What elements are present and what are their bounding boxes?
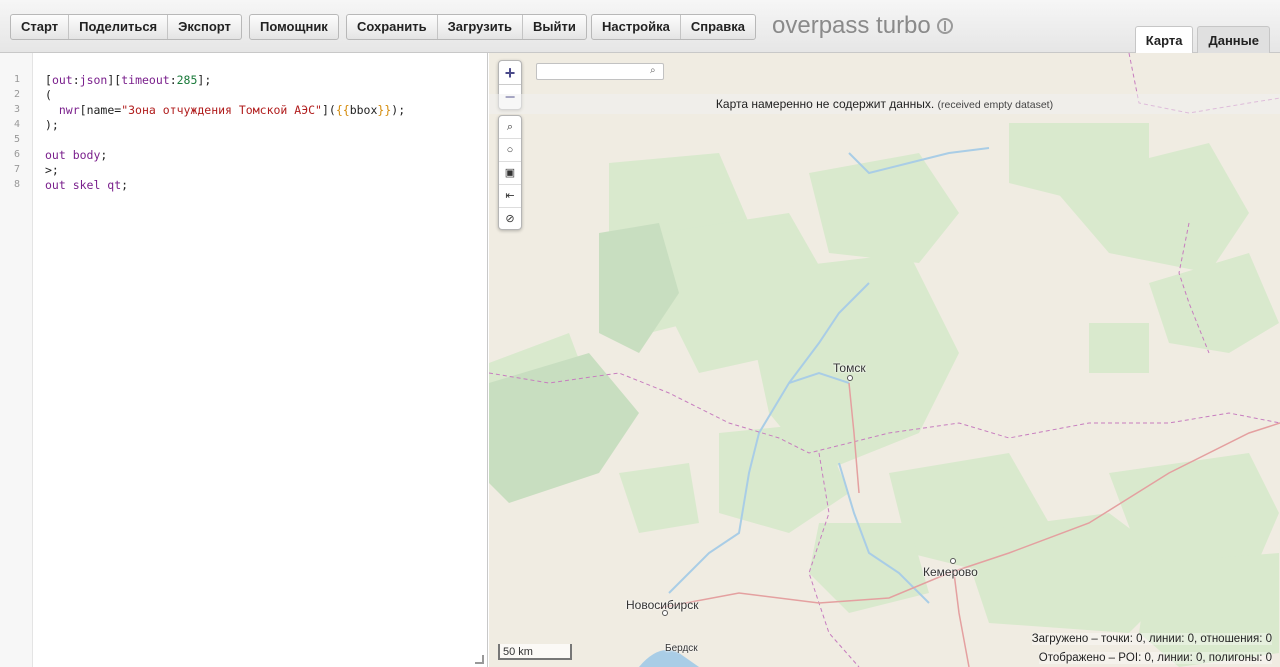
line-number: 1 <box>13 74 20 85</box>
city-label-novosibirsk: Новосибирск <box>626 598 699 612</box>
logo-icon <box>936 18 953 34</box>
code-line: >; <box>45 163 59 177</box>
stats-displayed: Отображено – POI: 0, линии: 0, полигоны:… <box>1038 652 1272 664</box>
query-editor[interactable]: 1 2 3 4 6 7 8 5 [out:json][timeout:285];… <box>0 53 488 667</box>
line-number: 7 <box>13 164 20 175</box>
code-line: nwr[name="Зона отчуждения Томской АЭС"](… <box>58 103 406 117</box>
share-button[interactable]: Поделиться <box>69 15 169 39</box>
file-button-group: Сохранить Загрузить Выйти <box>346 14 587 40</box>
code-line: ( <box>45 88 52 102</box>
city-marker <box>950 558 956 564</box>
city-label-berdsk: Бердск <box>665 643 698 654</box>
city-marker <box>847 375 853 381</box>
city-label-tomsk: Томск <box>833 361 866 375</box>
resize-handle[interactable] <box>475 655 484 664</box>
view-tabs: Карта Данные <box>1131 26 1270 53</box>
start-button[interactable]: Старт <box>11 15 70 39</box>
locate-icon[interactable]: ○ <box>499 139 521 162</box>
scale-bar: 50 km <box>498 644 572 660</box>
zoom-in-button[interactable]: + <box>499 61 521 85</box>
code-line: out body; <box>45 148 108 162</box>
app-logo: overpass turbo <box>772 12 953 40</box>
search-icon[interactable]: ⌕ <box>650 65 656 76</box>
app-logo-text: overpass turbo <box>772 12 931 39</box>
tab-map[interactable]: Карта <box>1134 26 1194 53</box>
tab-data[interactable]: Данные <box>1197 26 1270 53</box>
help-button[interactable]: Справка <box>681 15 755 39</box>
map-search-input[interactable] <box>536 63 664 80</box>
notice-main: Карта намеренно не содержит данных. <box>715 97 935 111</box>
wizard-button[interactable]: Помощник <box>250 15 338 39</box>
stats-loaded: Загружено – точки: 0, линии: 0, отношени… <box>1031 633 1272 645</box>
clear-icon[interactable]: ⊘ <box>499 208 521 231</box>
line-number: 6 <box>13 149 20 160</box>
code-line: out skel qt; <box>45 178 129 192</box>
code-line: ); <box>45 118 59 132</box>
line-number: 5 <box>13 134 20 145</box>
map-tiles <box>489 53 1280 667</box>
fullscreen-icon[interactable]: ▣ <box>499 162 521 185</box>
notice-detail: (received empty dataset) <box>937 99 1054 111</box>
wizard-button-group: Помощник <box>249 14 339 40</box>
toolbar: Старт Поделиться Экспорт Помощник Сохран… <box>0 0 1280 53</box>
line-number: 2 <box>13 89 20 100</box>
line-number-gutter: 1 2 3 4 6 7 8 5 <box>0 53 33 667</box>
map-view[interactable]: + − ⌕ ○ ▣ ⇤ ⊘ ⌕ Карта намеренно не содер… <box>489 53 1280 667</box>
city-label-kemerovo: Кемерово <box>923 565 978 579</box>
settings-button[interactable]: Настройка <box>592 15 681 39</box>
line-number: 8 <box>13 179 20 190</box>
load-button[interactable]: Загрузить <box>438 15 524 39</box>
line-number: 4 <box>13 119 20 130</box>
line-number: 3 <box>13 104 20 115</box>
save-button[interactable]: Сохранить <box>347 15 438 39</box>
settings-button-group: Настройка Справка <box>591 14 756 40</box>
empty-data-notice: Карта намеренно не содержит данных. (rec… <box>489 94 1280 114</box>
map-tools: ⌕ ○ ▣ ⇤ ⊘ <box>498 115 522 230</box>
hide-data-icon[interactable]: ⇤ <box>499 185 521 208</box>
export-button[interactable]: Экспорт <box>168 15 241 39</box>
logout-button[interactable]: Выйти <box>523 15 586 39</box>
zoom-to-data-icon[interactable]: ⌕ <box>499 116 521 139</box>
code-line: [out:json][timeout:285]; <box>45 73 212 87</box>
main-button-group: Старт Поделиться Экспорт <box>10 14 242 40</box>
